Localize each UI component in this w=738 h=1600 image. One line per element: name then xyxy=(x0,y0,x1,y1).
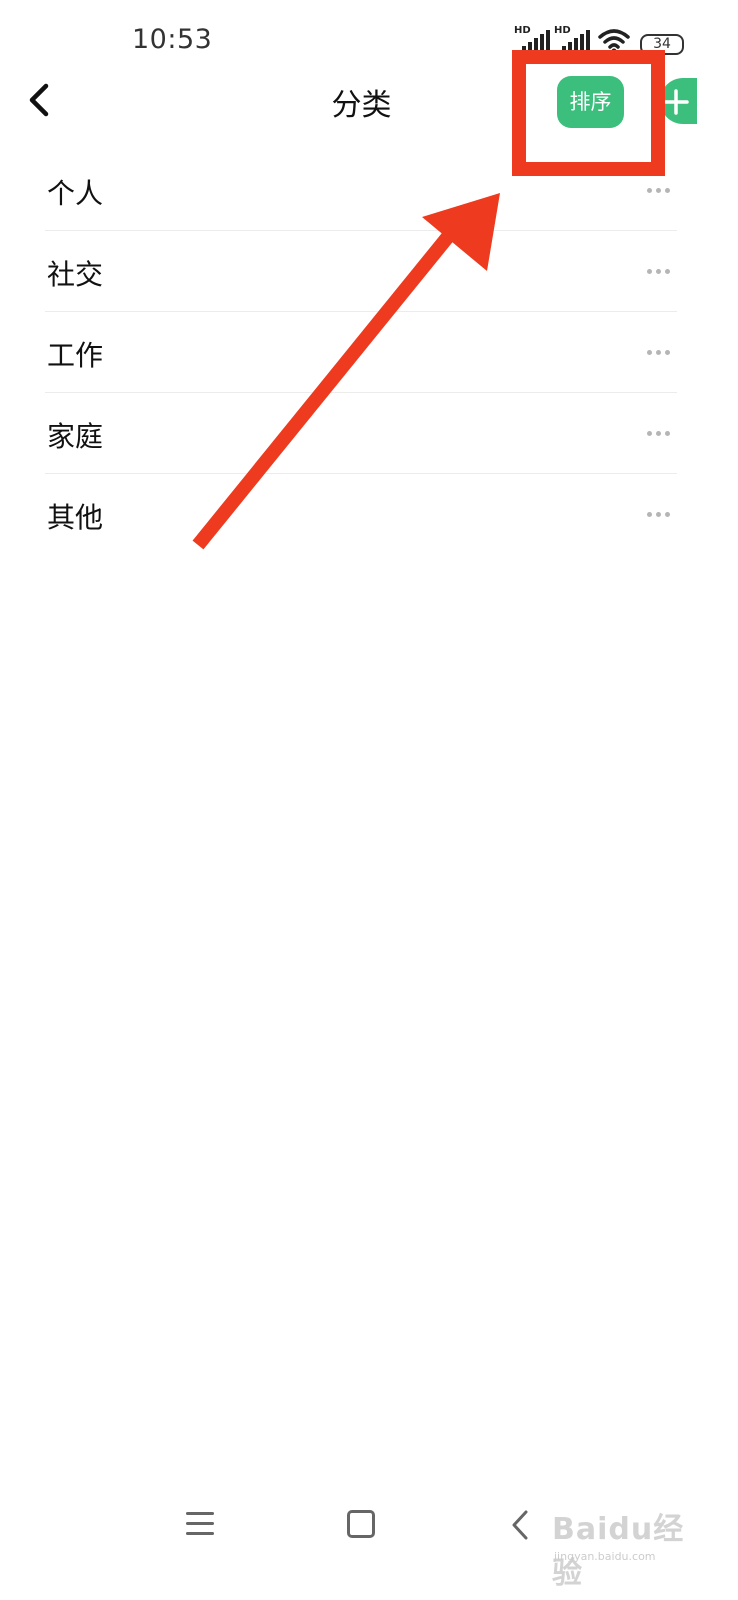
screen: 10:53 HD HD 34 分类 排序 个人 社交 工作 家庭 其他 Baid… xyxy=(0,0,738,1600)
more-icon[interactable] xyxy=(647,342,673,362)
more-icon[interactable] xyxy=(647,423,673,443)
signal-hd-label: HD xyxy=(514,25,531,36)
sort-button[interactable]: 排序 xyxy=(557,76,624,128)
wifi-icon xyxy=(598,29,630,54)
more-icon[interactable] xyxy=(647,261,673,281)
menu-icon[interactable] xyxy=(186,1510,216,1538)
list-item[interactable]: 家庭 xyxy=(45,393,677,474)
more-icon[interactable] xyxy=(647,180,673,200)
signal-icon: HD xyxy=(514,25,550,52)
signal-icon: HD xyxy=(554,25,590,52)
battery-icon: 34 xyxy=(640,34,684,55)
status-icons: HD HD 34 xyxy=(514,25,689,58)
category-label: 个人 xyxy=(47,177,104,210)
watermark-url: jingyan.baidu.com xyxy=(554,1550,656,1563)
watermark-text: Baidu经验 xyxy=(552,1512,685,1591)
back-icon[interactable] xyxy=(508,1508,532,1542)
signal-hd-label: HD xyxy=(554,25,571,36)
watermark-logo: Baidu经验 jingyan.baidu.com xyxy=(552,1500,692,1591)
category-label: 家庭 xyxy=(47,420,104,453)
category-label: 工作 xyxy=(47,339,104,372)
list-item[interactable]: 个人 xyxy=(45,150,677,231)
status-time: 10:53 xyxy=(132,24,213,55)
list-item[interactable]: 工作 xyxy=(45,312,677,393)
more-icon[interactable] xyxy=(647,504,673,524)
plus-icon xyxy=(663,89,689,115)
list-item[interactable]: 社交 xyxy=(45,231,677,312)
home-icon[interactable] xyxy=(347,1510,375,1538)
category-label: 其他 xyxy=(47,501,104,534)
list-item[interactable]: 其他 xyxy=(45,474,677,554)
category-list: 个人 社交 工作 家庭 其他 xyxy=(45,150,677,554)
category-label: 社交 xyxy=(47,258,104,291)
